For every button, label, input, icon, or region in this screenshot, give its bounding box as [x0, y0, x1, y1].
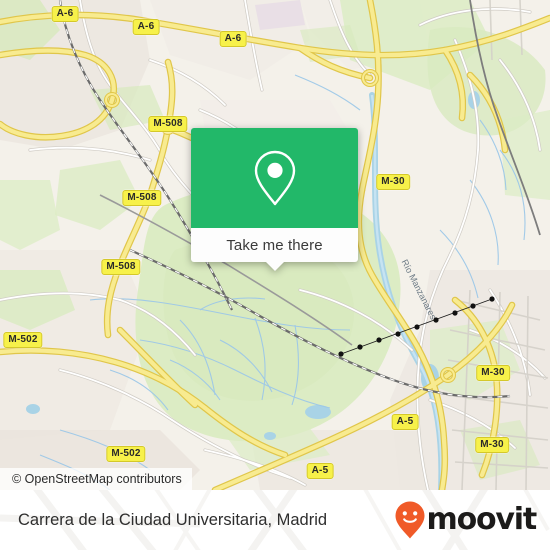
road-shield-m30-2: M-30	[476, 365, 510, 381]
road-shield-a5-2: A-5	[306, 463, 334, 479]
bottom-info-bar: Carrera de la Ciudad Universitaria, Madr…	[0, 490, 550, 550]
road-shield-m30-1: M-30	[376, 174, 410, 190]
road-shield-m502-1: M-502	[3, 332, 43, 348]
moovit-wordmark: moovit	[426, 502, 538, 537]
map-canvas[interactable]: A-6 A-6 A-6 M-508 M-508 M-508 M-502 M-50…	[0, 0, 550, 490]
osm-attribution-text: © OpenStreetMap contributors	[12, 472, 182, 486]
moovit-smiley-pin-icon	[395, 501, 425, 539]
road-shield-m502-2: M-502	[106, 446, 146, 462]
road-shield-m508-3: M-508	[101, 259, 141, 275]
page-title: Carrera de la Ciudad Universitaria, Madr…	[18, 510, 328, 529]
road-shield-m508-1: M-508	[148, 116, 188, 132]
take-me-there-button[interactable]: Take me there	[191, 228, 358, 262]
road-shield-m30-3: M-30	[475, 437, 509, 453]
road-shield-a6-3: A-6	[219, 31, 247, 47]
road-shield-a5-1: A-5	[391, 414, 419, 430]
osm-attribution[interactable]: © OpenStreetMap contributors	[0, 468, 192, 490]
moovit-logo[interactable]: moovit	[394, 500, 538, 540]
popup-icon-panel	[191, 128, 358, 228]
road-shield-a6-2: A-6	[132, 19, 160, 35]
popup-pointer-triangle	[264, 261, 285, 271]
take-me-there-popup[interactable]: Take me there	[191, 128, 358, 271]
map-pin-icon	[254, 150, 295, 206]
road-shield-a6-1: A-6	[51, 6, 79, 22]
moovit-map-screen: A-6 A-6 A-6 M-508 M-508 M-508 M-502 M-50…	[0, 0, 550, 550]
road-shield-m508-2: M-508	[122, 190, 162, 206]
take-me-there-label: Take me there	[226, 236, 323, 254]
